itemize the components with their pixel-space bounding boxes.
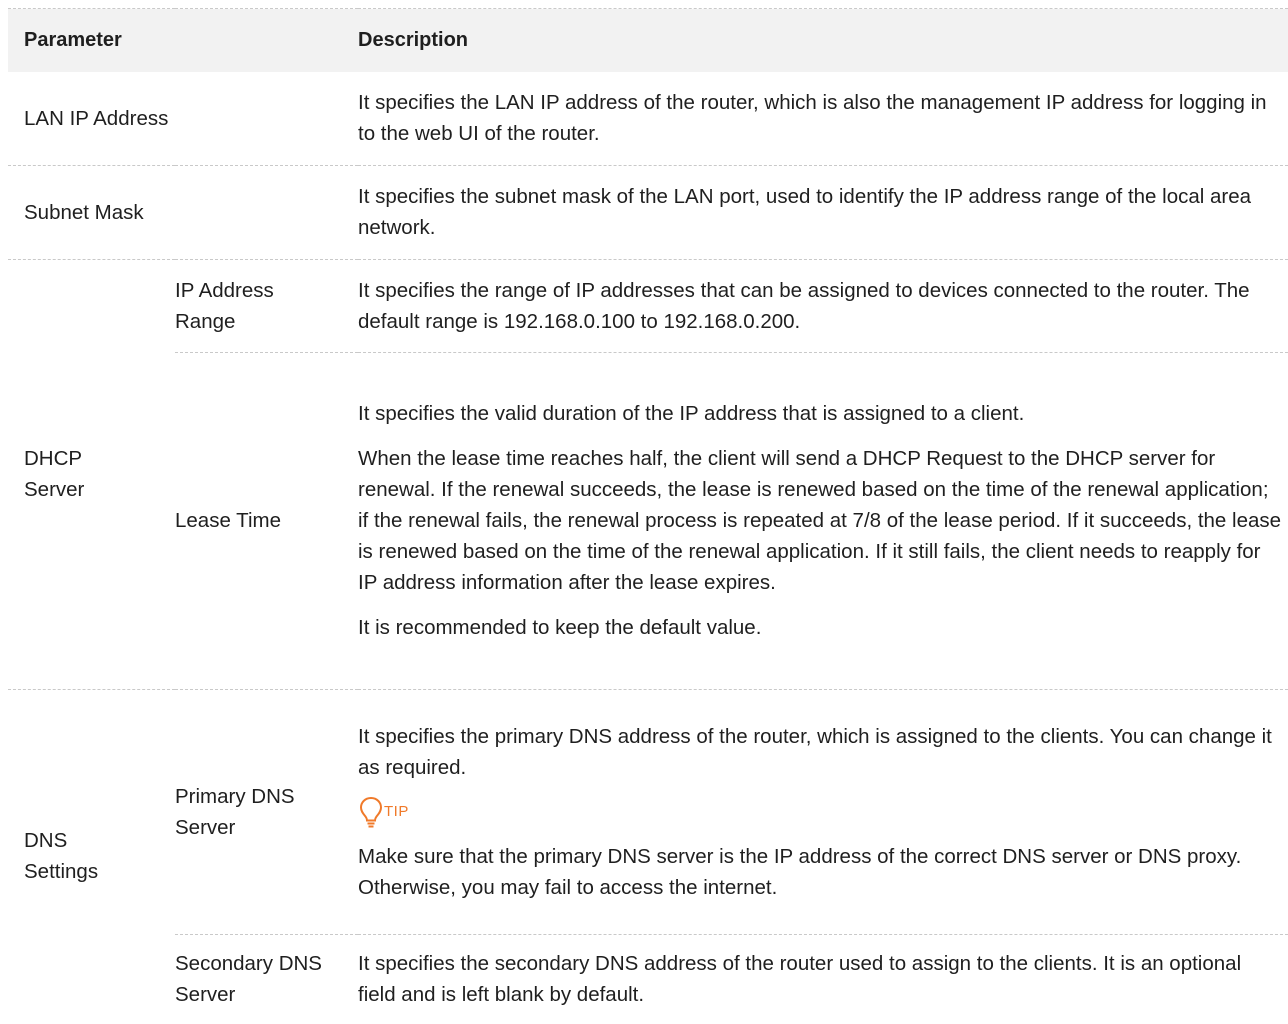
parameter-table-page: Parameter Description LAN IP Address It … bbox=[8, 8, 1288, 1023]
ip-address-range-label-text: IP Address Range bbox=[175, 278, 274, 333]
tip-label: TIP bbox=[384, 802, 409, 820]
ip-address-range-label: IP Address Range bbox=[175, 259, 358, 353]
lease-time-description-text-2: When the lease time reaches half, the cl… bbox=[358, 447, 1282, 594]
secondary-dns-server-label-text: Secondary DNS Server bbox=[175, 951, 322, 1006]
lan-ip-address-label: LAN IP Address bbox=[8, 71, 358, 166]
parameter-table: Parameter Description LAN IP Address It … bbox=[8, 8, 1288, 1023]
parameter-column-header: Parameter bbox=[24, 28, 122, 51]
table-row: LAN IP Address It specifies the LAN IP a… bbox=[8, 71, 1288, 166]
dns-settings-label: DNS Settings bbox=[8, 689, 175, 1023]
primary-dns-server-description-text: It specifies the primary DNS address of … bbox=[358, 724, 1272, 779]
lightbulb-icon bbox=[358, 795, 384, 829]
ip-address-range-description-text: It specifies the range of IP addresses t… bbox=[358, 278, 1250, 333]
subnet-mask-description: It specifies the subnet mask of the LAN … bbox=[358, 165, 1288, 260]
tip-callout: TIP bbox=[358, 795, 1282, 829]
lease-time-description-text-3: It is recommended to keep the default va… bbox=[358, 616, 762, 639]
primary-dns-server-tip-text: Make sure that the primary DNS server is… bbox=[358, 844, 1242, 899]
dns-settings-label-text: DNS Settings bbox=[24, 829, 99, 883]
table-row: Secondary DNS Server It specifies the se… bbox=[8, 934, 1288, 1023]
table-row: Subnet Mask It specifies the subnet mask… bbox=[8, 165, 1288, 260]
primary-dns-server-description: It specifies the primary DNS address of … bbox=[358, 689, 1288, 935]
table-header-row: Parameter Description bbox=[8, 8, 1288, 72]
ip-address-range-description: It specifies the range of IP addresses t… bbox=[358, 259, 1288, 353]
lan-ip-address-description: It specifies the LAN IP address of the r… bbox=[358, 71, 1288, 166]
lan-ip-address-description-text: It specifies the LAN IP address of the r… bbox=[358, 91, 1267, 145]
table-row: Lease Time It specifies the valid durati… bbox=[8, 352, 1288, 690]
dhcp-server-label-text: DHCP Server bbox=[24, 447, 85, 501]
lease-time-description: It specifies the valid duration of the I… bbox=[358, 352, 1288, 690]
subnet-mask-label: Subnet Mask bbox=[8, 165, 358, 260]
subnet-mask-description-text: It specifies the subnet mask of the LAN … bbox=[358, 185, 1252, 239]
dhcp-server-label: DHCP Server bbox=[8, 259, 175, 690]
table-row: DHCP Server IP Address Range It specifie… bbox=[8, 259, 1288, 690]
table-row: DNS Settings Primary DNS Server It speci… bbox=[8, 689, 1288, 935]
secondary-dns-server-description: It specifies the secondary DNS address o… bbox=[358, 934, 1288, 1023]
description-column-header: Description bbox=[358, 28, 469, 51]
lease-time-label: Lease Time bbox=[175, 352, 358, 690]
lease-time-description-text-1: It specifies the valid duration of the I… bbox=[358, 402, 1025, 425]
secondary-dns-server-description-text: It specifies the secondary DNS address o… bbox=[358, 951, 1242, 1006]
primary-dns-server-label: Primary DNS Server bbox=[175, 689, 358, 935]
secondary-dns-server-label: Secondary DNS Server bbox=[175, 934, 358, 1023]
primary-dns-server-label-text: Primary DNS Server bbox=[175, 784, 295, 839]
